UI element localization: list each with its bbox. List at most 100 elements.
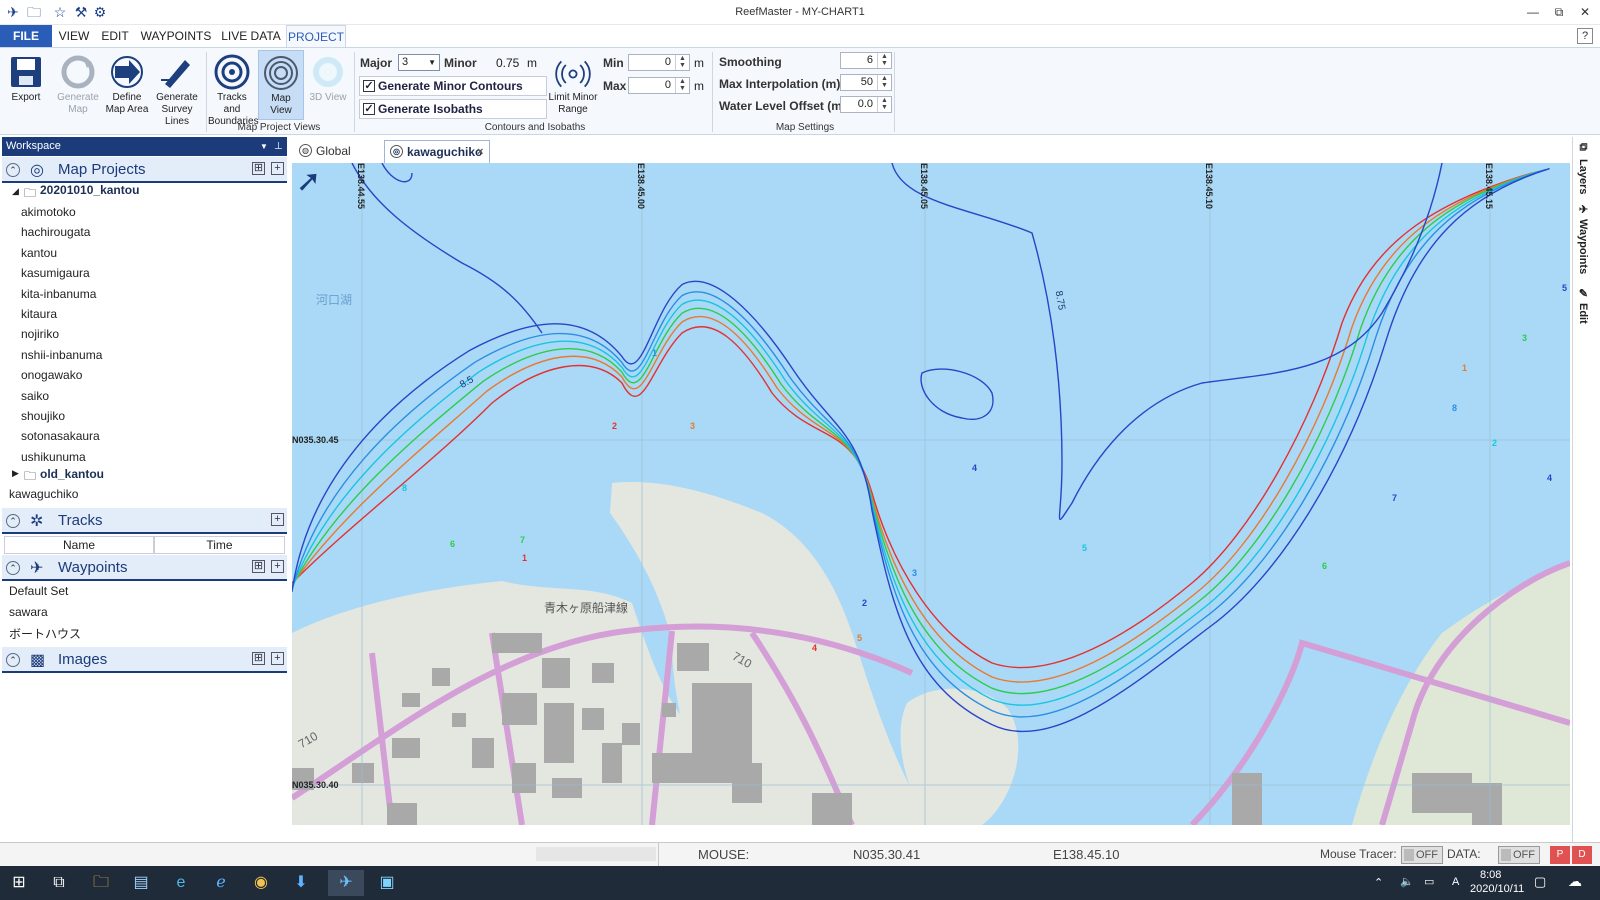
ime-indicator[interactable]: A [1452, 876, 1459, 888]
generate-isobaths-checkbox[interactable]: ✓ Generate Isobaths [359, 99, 547, 119]
generate-minor-contours-checkbox[interactable]: ✓ Generate Minor Contours [359, 76, 547, 96]
map-projects-section[interactable]: ⌃ ◎ Map Projects ⊞ + [2, 157, 287, 183]
project-akimotoko[interactable]: akimotoko [21, 205, 76, 219]
max-spinner[interactable]: 0 ▲ ▼ [628, 77, 690, 94]
waypoint-pin-icon[interactable]: ✈ [1577, 203, 1590, 216]
project-onogawako[interactable]: onogawako [21, 368, 82, 382]
project-saiko[interactable]: saiko [21, 389, 49, 403]
spinner-arrows-icon[interactable]: ▲ ▼ [877, 53, 891, 68]
waypoint-set-item[interactable]: sawara [9, 605, 48, 619]
tracks-boundaries-button[interactable]: Tracks and Boundaries [208, 50, 259, 127]
expand-all-icon[interactable]: ⊞ [252, 560, 265, 573]
tracks-section[interactable]: ⌃ ✲ Tracks + [2, 508, 287, 534]
add-icon[interactable]: + [271, 162, 284, 175]
task-view-icon[interactable]: ⧉ [46, 870, 72, 896]
map-svg[interactable] [292, 163, 1570, 825]
tab-kawaguchiko[interactable]: ◎ kawaguchiko × [384, 140, 490, 163]
layers-icon[interactable]: ⧉ [1577, 143, 1589, 151]
record-p-icon[interactable]: P [1550, 846, 1570, 864]
reefmaster-taskbar-icon[interactable]: ✈ [328, 870, 364, 896]
tray-chevron-icon[interactable]: ⌃ [1374, 876, 1383, 889]
expand-all-icon[interactable]: ⊞ [252, 162, 265, 175]
notepad-icon[interactable]: ▤ [128, 870, 154, 896]
record-d-icon[interactable]: D [1572, 846, 1592, 864]
tree-expanded-icon[interactable]: ◢ [12, 186, 19, 197]
restore-button[interactable]: ⧉ [1550, 5, 1568, 19]
windows-start-icon[interactable]: ⊞ [6, 870, 32, 896]
limit-minor-range-button[interactable]: Limit Minor Range [548, 54, 598, 124]
collapse-icon[interactable]: ⌃ [6, 163, 20, 177]
minimize-button[interactable]: — [1524, 5, 1542, 19]
project-sotonasakaura[interactable]: sotonasakaura [21, 429, 100, 443]
menu-view[interactable]: VIEW [56, 25, 92, 47]
min-spinner[interactable]: 0 ▲ ▼ [628, 54, 690, 71]
spinner-arrows-icon[interactable]: ▲ ▼ [877, 97, 891, 112]
project-kantou[interactable]: kantou [21, 246, 57, 260]
sidebar-edit[interactable]: Edit [1577, 303, 1589, 324]
expand-all-icon[interactable]: ⊞ [252, 652, 265, 665]
mouse-tracer-toggle[interactable]: OFF [1401, 846, 1443, 864]
app-window-icon[interactable]: ▣ [374, 870, 400, 896]
define-map-area-button[interactable]: Define Map Area [102, 50, 152, 120]
project-hachirougata[interactable]: hachirougata [21, 225, 90, 239]
3d-view-button[interactable]: 3D View [306, 50, 350, 120]
close-button[interactable]: ✕ [1576, 5, 1594, 19]
clock-date[interactable]: 2020/10/11 [1470, 883, 1524, 895]
spinner-arrows-icon[interactable]: ▲ ▼ [877, 75, 891, 90]
folder-old-kantou[interactable]: old_kantou [40, 467, 104, 481]
tab-close-icon[interactable]: × [477, 141, 483, 163]
waypoints-section[interactable]: ⌃ ✈ Waypoints ⊞ + [2, 555, 287, 581]
network-icon[interactable]: ▭ [1424, 875, 1434, 888]
pin-icon[interactable]: ⊥ [274, 137, 283, 156]
tree-collapsed-icon[interactable]: ▶ [12, 468, 19, 479]
major-select[interactable]: 3 ▼ [398, 54, 440, 71]
minor-value[interactable]: 0.75 [496, 56, 519, 70]
sidebar-layers[interactable]: Layers [1577, 159, 1589, 194]
select-pointer-icon[interactable]: ➚ [296, 167, 321, 197]
menu-live-data[interactable]: LIVE DATA [220, 25, 282, 47]
file-explorer-icon[interactable]: 🗀 [88, 870, 114, 896]
map-canvas[interactable]: ➚ E138.44.55 E138.45.00 E138.45.05 E138.45.… [292, 163, 1570, 825]
images-section[interactable]: ⌃ ▩ Images ⊞ + [2, 647, 287, 673]
menu-file[interactable]: FILE [0, 25, 52, 47]
waypoint-set-item[interactable]: Default Set [9, 584, 68, 598]
volume-icon[interactable]: 🔈 [1400, 875, 1414, 888]
collapse-icon[interactable]: ⌃ [6, 653, 20, 667]
max-interpolation-spinner[interactable]: 50 ▲ ▼ [840, 74, 892, 91]
project-kasumigaura[interactable]: kasumigaura [21, 266, 90, 280]
menu-project[interactable]: PROJECT [286, 25, 346, 47]
smoothing-spinner[interactable]: 6 ▲ ▼ [840, 52, 892, 69]
cloud-icon[interactable]: ☁ [1568, 873, 1582, 890]
water-level-offset-spinner[interactable]: 0.0 ▲ ▼ [840, 96, 892, 113]
help-button[interactable]: ? [1577, 28, 1593, 44]
tracks-col-name[interactable]: Name [4, 536, 154, 554]
notification-icon[interactable]: ▢ [1534, 874, 1546, 890]
edit-pencil-icon[interactable]: ✎ [1577, 287, 1590, 300]
add-icon[interactable]: + [271, 513, 284, 526]
generate-survey-lines-button[interactable]: Generate Survey Lines [150, 50, 204, 127]
collapse-icon[interactable]: ⌃ [6, 514, 20, 528]
add-icon[interactable]: + [271, 652, 284, 665]
project-ushikunuma[interactable]: ushikunuma [21, 450, 86, 464]
data-toggle[interactable]: OFF [1498, 846, 1540, 864]
dropdown-chevron-icon[interactable]: ▼ [260, 137, 268, 156]
download-arrow-icon[interactable]: ⬇ [288, 870, 314, 896]
sidebar-waypoints[interactable]: Waypoints [1577, 219, 1589, 274]
waypoint-set-item[interactable]: ボートハウス [9, 625, 81, 642]
project-kita-inbanuma[interactable]: kita-inbanuma [21, 287, 96, 301]
spinner-arrows-icon[interactable]: ▲ ▼ [675, 78, 689, 93]
generate-map-button[interactable]: Generate Map [54, 50, 102, 120]
project-shoujiko[interactable]: shoujiko [21, 409, 65, 423]
project-nshii-inbanuma[interactable]: nshii-inbanuma [21, 348, 102, 362]
menu-waypoints[interactable]: WAYPOINTS [139, 25, 213, 47]
map-view-button[interactable]: Map View [258, 50, 304, 120]
collapse-icon[interactable]: ⌃ [6, 561, 20, 575]
clock-time[interactable]: 8:08 [1480, 869, 1501, 881]
export-button[interactable]: Export [4, 50, 48, 120]
project-kitaura[interactable]: kitaura [21, 307, 57, 321]
tab-global-view[interactable]: ◍Global View [294, 140, 378, 180]
spinner-arrows-icon[interactable]: ▲ ▼ [675, 55, 689, 70]
add-icon[interactable]: + [271, 560, 284, 573]
chrome-browser-icon[interactable]: ◉ [248, 870, 274, 896]
project-kawaguchiko[interactable]: kawaguchiko [9, 487, 78, 501]
